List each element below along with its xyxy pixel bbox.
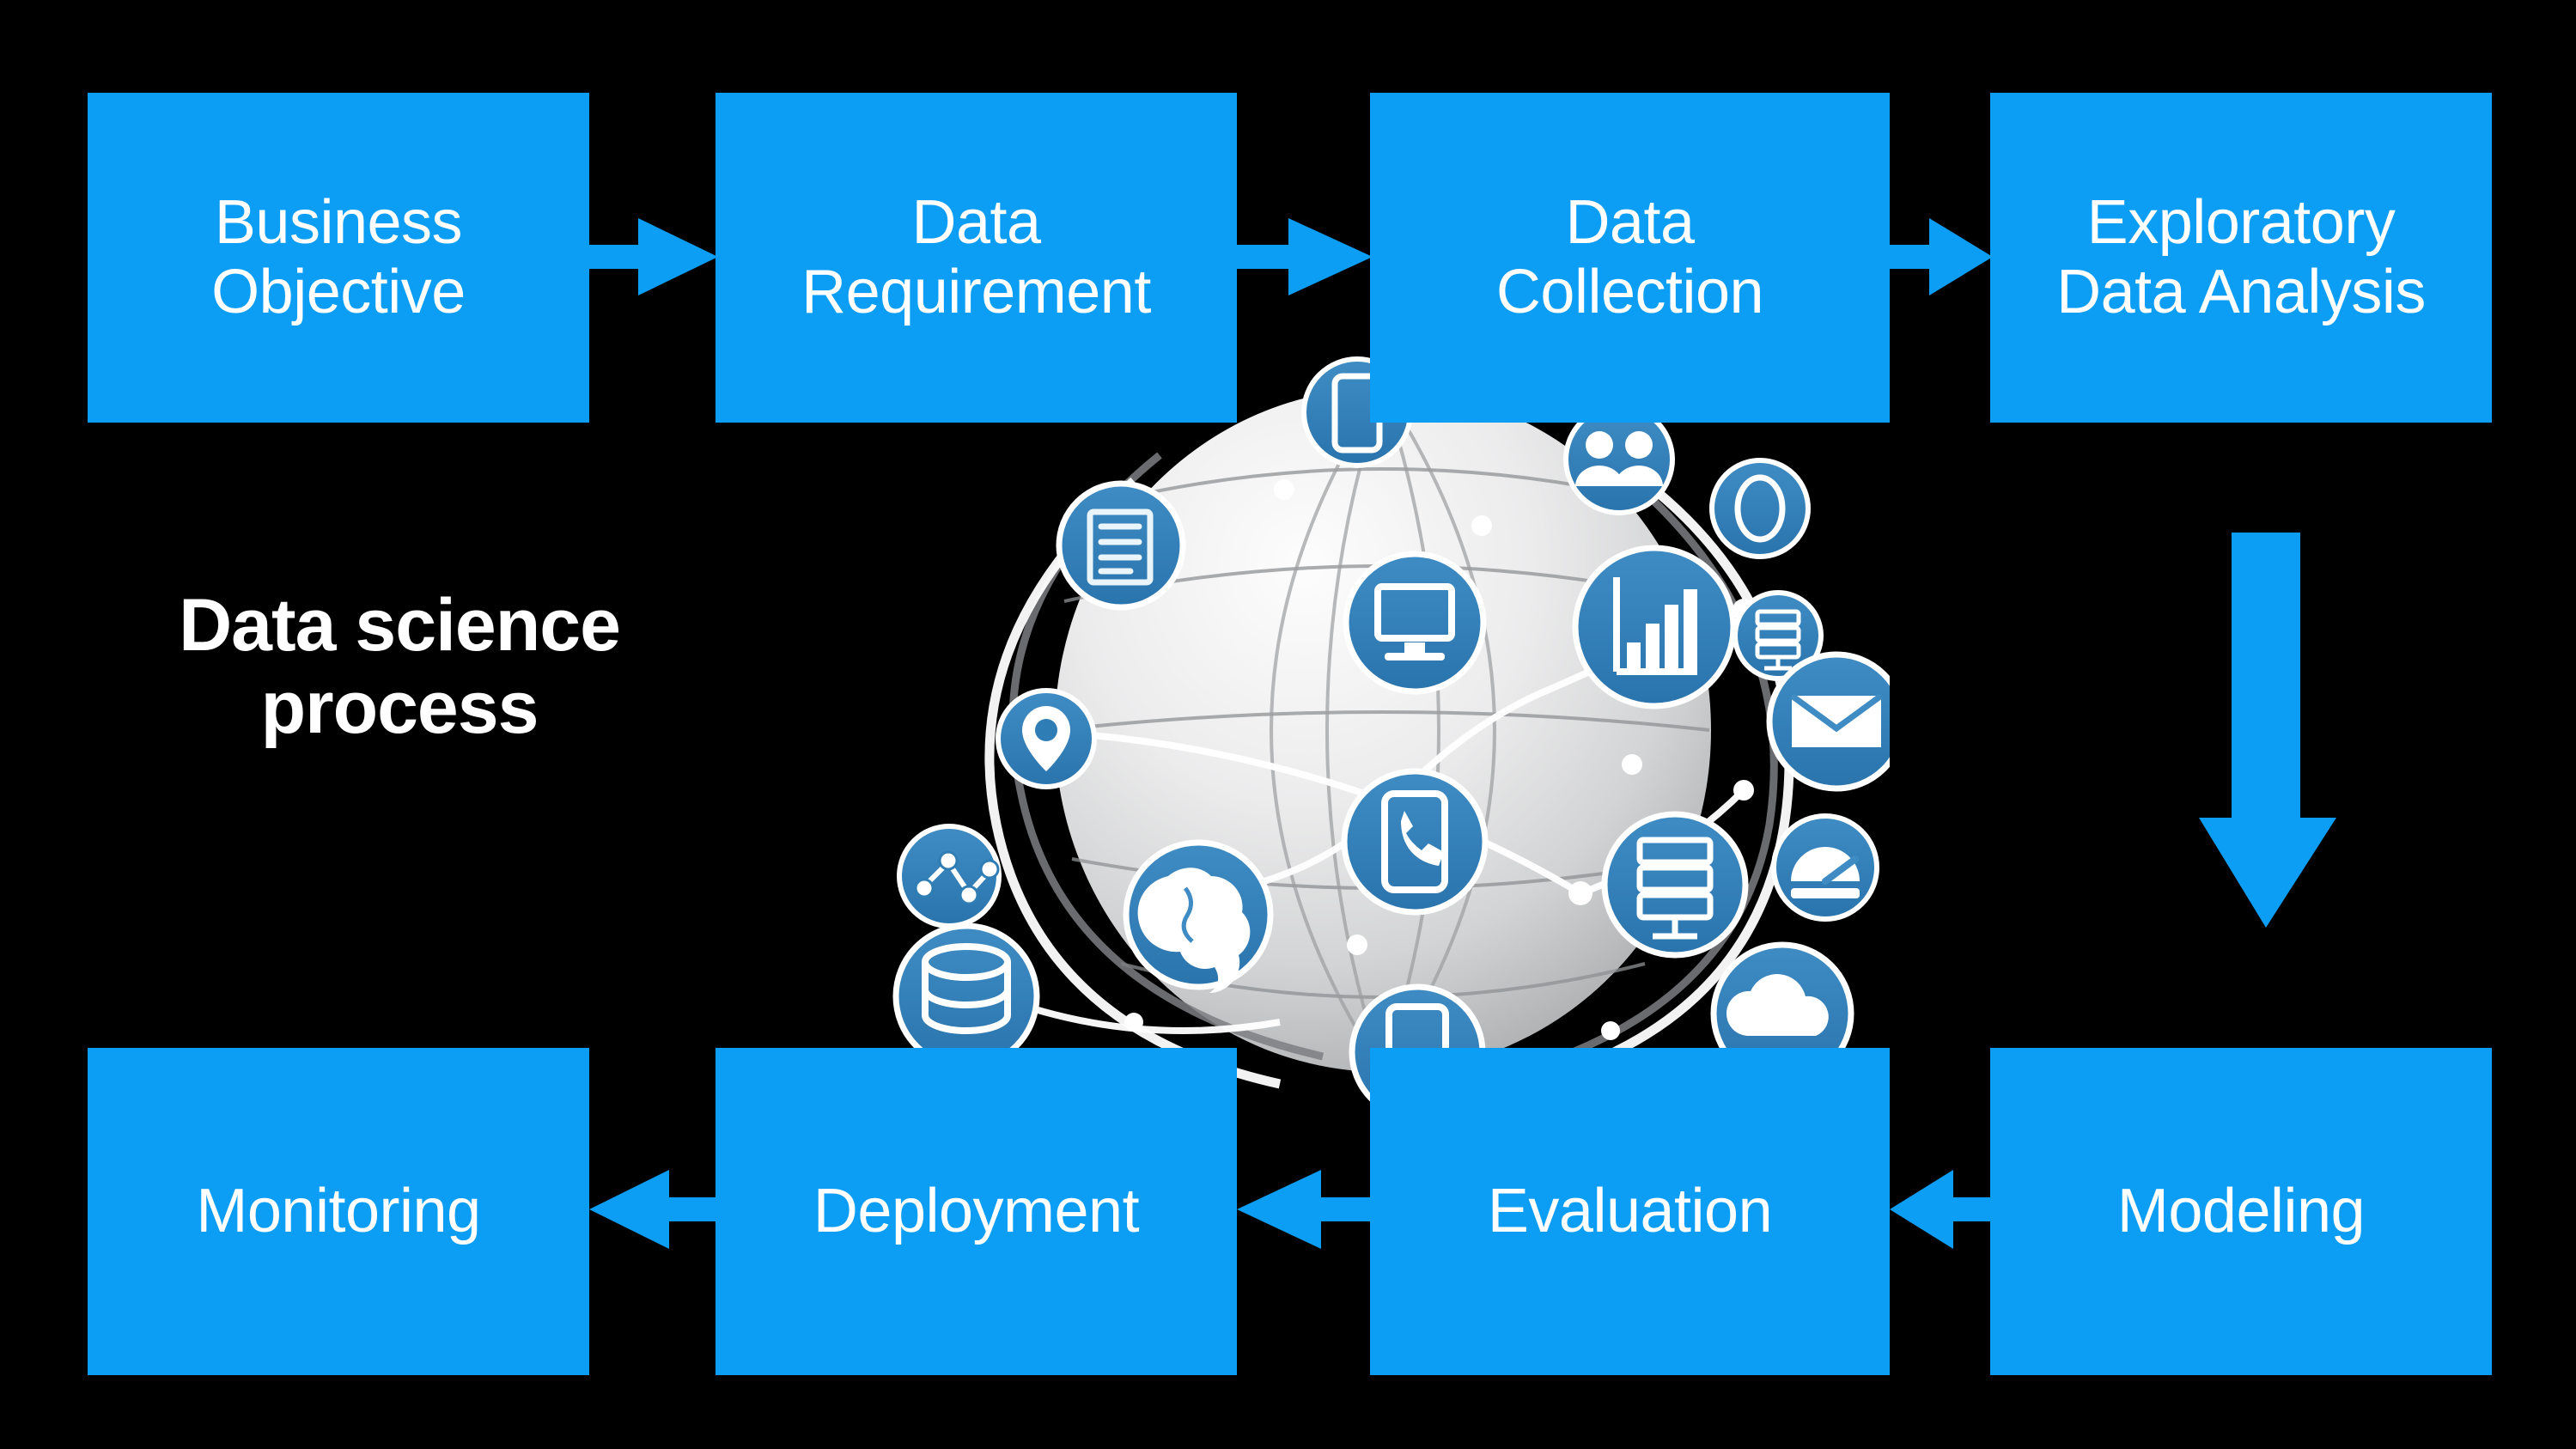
arrow-right-icon-business-objective-to-data-requirement [589,218,718,295]
bar-chart-icon [1572,545,1737,709]
stage-box-monitoring[interactable]: Monitoring [88,1048,589,1375]
desktop-monitor-icon [1343,551,1487,695]
stage-box-modeling[interactable]: Modeling [1990,1048,2492,1375]
database-stack-icon [892,922,1040,1070]
stage-box-data-collection[interactable]: Data Collection [1370,93,1890,423]
network-graph-icon [897,824,1002,928]
document-icon [1056,480,1186,611]
arrow-down-icon-exploratory-data-analysis-to-modeling [2199,533,2336,928]
stage-box-data-requirement[interactable]: Data Requirement [716,93,1237,423]
arrow-left-icon-deployment-to-monitoring [589,1170,718,1249]
oval-icon [1709,458,1811,559]
stage-box-evaluation[interactable]: Evaluation [1370,1048,1890,1375]
page-title: Data science process [179,584,621,750]
arrow-left-icon-modeling-to-evaluation [1890,1170,1993,1249]
location-pin-icon [996,688,1097,789]
arrow-right-icon-data-collection-to-exploratory-data-analysis [1890,218,1993,295]
envelope-icon [1766,651,1890,792]
diagram-canvas: Data science process Business Objective … [0,0,2576,1449]
arrow-left-icon-evaluation-to-deployment [1237,1170,1373,1249]
stage-box-exploratory-data-analysis[interactable]: Exploratory Data Analysis [1990,93,2492,423]
stage-box-business-objective[interactable]: Business Objective [88,93,589,423]
brain-icon [1123,839,1274,993]
arrow-right-icon-data-requirement-to-data-collection [1237,218,1373,295]
gauge-icon [1771,813,1879,922]
server-rack-icon [1601,811,1749,959]
smartphone-call-icon [1341,768,1489,916]
stage-box-deployment[interactable]: Deployment [716,1048,1237,1375]
network-globe-illustration [876,344,1890,1142]
